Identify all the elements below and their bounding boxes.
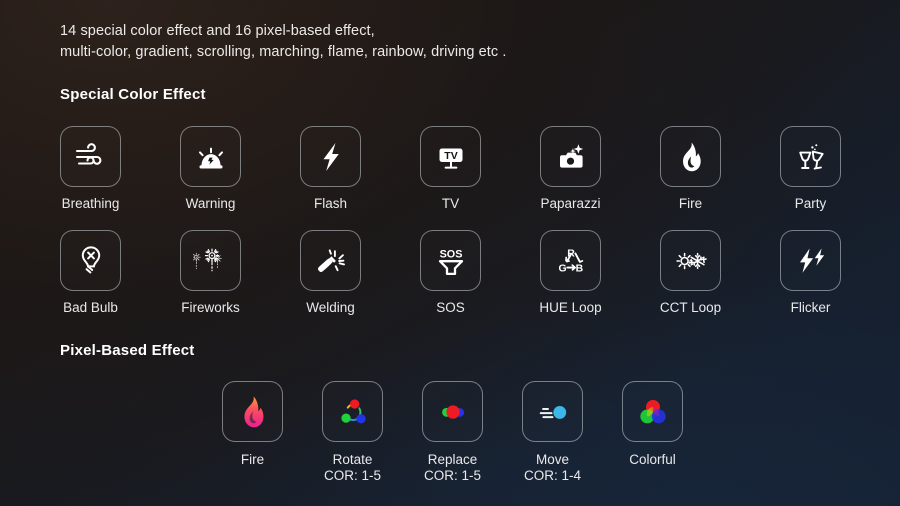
slide-canvas: 14 special color effect and 16 pixel-bas… (0, 0, 900, 506)
effect-label: Replace COR: 1-5 (424, 452, 481, 484)
special-effect-row-2: Bad Bulb Fireworks Welding SOS SOS R G B… (60, 230, 841, 316)
fireworks-icon (192, 243, 229, 279)
effect-label: Warning (185, 196, 236, 211)
cheers-glasses-icon (793, 139, 829, 175)
effect-item-pixel-fire[interactable]: Fire (222, 381, 283, 484)
intro-line-2: multi-color, gradient, scrolling, marchi… (60, 44, 507, 60)
wind-icon (73, 139, 109, 175)
effect-label: Fire (241, 452, 264, 468)
rgb-rotate-icon (334, 393, 372, 431)
effect-item-hue-loop[interactable]: R G B HUE Loop (539, 230, 602, 316)
rgb-venn-icon (634, 393, 672, 431)
effect-item-rotate[interactable]: Rotate COR: 1-5 (322, 381, 383, 484)
svg-text:B: B (575, 262, 583, 274)
effect-label: Breathing (61, 196, 120, 211)
effect-tile-welding[interactable] (300, 230, 361, 291)
svg-text:TV: TV (444, 150, 457, 162)
effect-sub-label: COR: 1-4 (523, 468, 581, 483)
effect-label: Rotate COR: 1-5 (324, 452, 381, 484)
sos-horn-icon: SOS (433, 243, 469, 279)
effect-label: Party (794, 196, 827, 211)
effect-label: Paparazzi (540, 196, 601, 211)
effect-item-cct-loop[interactable]: CCT Loop (660, 230, 721, 316)
welding-torch-icon (313, 243, 349, 279)
effect-tile-pixel-fire[interactable] (222, 381, 283, 442)
effect-label: Flicker (790, 300, 831, 315)
effect-label: Fireworks (181, 300, 240, 315)
effect-label: Fire (678, 196, 703, 211)
effect-item-move[interactable]: Move COR: 1-4 (522, 381, 583, 484)
effect-tile-party[interactable] (780, 126, 841, 187)
effect-label: Bad Bulb (63, 300, 118, 315)
effect-item-bad-bulb[interactable]: Bad Bulb (60, 230, 121, 316)
effect-label: Welding (306, 300, 355, 315)
pixel-effect-row-1: Fire Rotate COR: 1-5 Replace COR: 1-5 Mo… (222, 381, 683, 484)
effect-item-flicker[interactable]: Flicker (780, 230, 841, 316)
effect-label-text: Fire (240, 452, 265, 467)
effect-label: Colorful (629, 452, 676, 468)
gradient-flame-icon (234, 393, 272, 431)
effect-label: HUE Loop (539, 300, 602, 315)
intro-line-1: 14 special color effect and 16 pixel-bas… (60, 23, 375, 39)
effect-label: Move COR: 1-4 (524, 452, 581, 484)
effect-tile-flicker[interactable] (780, 230, 841, 291)
effect-tile-warning[interactable] (180, 126, 241, 187)
section-title-special-color-effect: Special Color Effect (60, 86, 206, 103)
effect-sub-label: COR: 1-5 (423, 468, 481, 483)
effect-tile-tv[interactable]: TV (420, 126, 481, 187)
tv-icon: TV (433, 139, 469, 175)
effect-tile-colorful[interactable] (622, 381, 683, 442)
effect-item-replace[interactable]: Replace COR: 1-5 (422, 381, 483, 484)
effect-tile-sos[interactable]: SOS (420, 230, 481, 291)
svg-text:SOS: SOS (439, 248, 462, 260)
sun-snowflake-icon (673, 243, 709, 279)
rgb-replace-icon (434, 393, 472, 431)
effect-sub-label: COR: 1-5 (323, 468, 381, 483)
effect-label-text: Move (535, 452, 569, 467)
effect-item-warning[interactable]: Warning (180, 126, 241, 212)
effect-tile-move[interactable] (522, 381, 583, 442)
effect-tile-paparazzi[interactable] (540, 126, 601, 187)
flame-icon (673, 139, 709, 175)
effect-label: CCT Loop (659, 300, 722, 315)
effect-label: SOS (436, 300, 465, 315)
intro-text: 14 special color effect and 16 pixel-bas… (60, 21, 507, 63)
effect-tile-fire[interactable] (660, 126, 721, 187)
effect-label-text: Replace (427, 452, 478, 467)
effect-item-welding[interactable]: Welding (300, 230, 361, 316)
effect-label: Flash (313, 196, 347, 211)
special-effect-row-1: Breathing Warning Flash TV TV Paparazzi … (60, 126, 841, 212)
lightning-bolt-icon (313, 139, 349, 175)
effect-item-sos[interactable]: SOS SOS (420, 230, 481, 316)
effect-tile-flash[interactable] (300, 126, 361, 187)
effect-item-breathing[interactable]: Breathing (60, 126, 121, 212)
motion-dot-icon (534, 393, 572, 431)
effect-item-party[interactable]: Party (780, 126, 841, 212)
svg-text:G: G (558, 262, 566, 274)
effect-label: TV (441, 196, 460, 211)
effect-item-fireworks[interactable]: Fireworks (180, 230, 241, 316)
effect-tile-fireworks[interactable] (180, 230, 241, 291)
effect-tile-hue-loop[interactable]: R G B (540, 230, 601, 291)
siren-icon (193, 139, 229, 175)
effect-tile-replace[interactable] (422, 381, 483, 442)
effect-item-tv[interactable]: TV TV (420, 126, 481, 212)
section-title-pixel-based-effect: Pixel-Based Effect (60, 342, 195, 359)
effect-tile-bad-bulb[interactable] (60, 230, 121, 291)
broken-bulb-icon (73, 243, 109, 279)
effect-item-fire[interactable]: Fire (660, 126, 721, 212)
effect-item-colorful[interactable]: Colorful (622, 381, 683, 484)
rgb-loop-icon: R G B (553, 243, 589, 279)
effect-label-text: Colorful (629, 452, 676, 467)
effect-item-paparazzi[interactable]: Paparazzi (540, 126, 601, 212)
double-bolt-icon (793, 243, 829, 279)
effect-label-text: Rotate (332, 452, 373, 467)
effect-tile-cct-loop[interactable] (660, 230, 721, 291)
effect-tile-breathing[interactable] (60, 126, 121, 187)
effect-tile-rotate[interactable] (322, 381, 383, 442)
camera-sparkle-icon (553, 139, 589, 175)
effect-item-flash[interactable]: Flash (300, 126, 361, 212)
